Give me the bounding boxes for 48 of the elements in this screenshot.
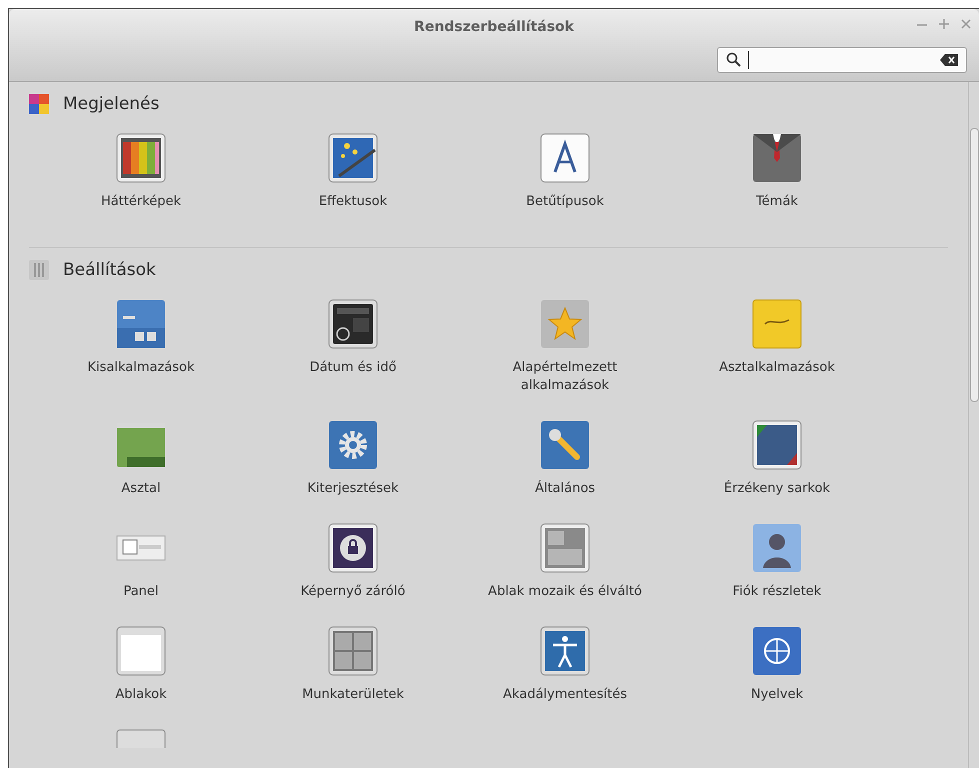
gear-icon bbox=[327, 419, 379, 471]
setting-label[interactable]: Asztal bbox=[121, 480, 161, 498]
font-page-icon bbox=[539, 132, 591, 184]
setting-label[interactable]: Effektusok bbox=[318, 193, 388, 211]
note-pad-icon bbox=[751, 298, 803, 350]
clear-icon[interactable] bbox=[940, 54, 958, 66]
setting-label[interactable]: Ablakok bbox=[115, 686, 167, 704]
setting-label[interactable]: Témák bbox=[756, 193, 798, 211]
window-icon bbox=[115, 625, 167, 677]
calendar-clock-icon bbox=[327, 298, 379, 350]
setting-label[interactable]: Fiók részletek bbox=[732, 583, 822, 601]
globe-emblem-icon bbox=[751, 625, 803, 677]
screen-corners-icon bbox=[751, 419, 803, 471]
setting-label[interactable]: Asztalkalmazások bbox=[719, 359, 835, 377]
setting-label[interactable]: Háttérképek bbox=[100, 193, 182, 211]
user-silhouette-icon bbox=[751, 522, 803, 574]
setting-label[interactable]: Nyelvek bbox=[750, 686, 804, 704]
applet-panel-icon bbox=[115, 298, 167, 350]
setting-label[interactable]: Képernyő záróló bbox=[300, 583, 406, 601]
wrench-icon bbox=[539, 419, 591, 471]
tiled-windows-icon bbox=[539, 522, 591, 574]
window-title: Rendszerbeállítások bbox=[414, 19, 574, 35]
section-title: Megjelenés bbox=[63, 94, 160, 114]
setting-label[interactable]: Érzékeny sarkok bbox=[724, 480, 830, 498]
setting-label[interactable]: Munkaterületek bbox=[302, 686, 404, 704]
accessibility-icon bbox=[539, 625, 591, 677]
setting-label[interactable]: Ablak mozaik és élváltó bbox=[488, 583, 642, 601]
sparkle-wand-icon bbox=[327, 132, 379, 184]
search-icon bbox=[726, 52, 742, 68]
setting-label[interactable]: Akadálymentesítés bbox=[503, 686, 627, 704]
scrollbar-thumb[interactable] bbox=[970, 128, 979, 402]
maximize-icon[interactable] bbox=[937, 17, 951, 31]
padlock-icon bbox=[327, 522, 379, 574]
search-field[interactable] bbox=[717, 47, 967, 73]
setting-label[interactable]: Általános bbox=[534, 480, 596, 498]
setting-label[interactable]: Kisalkalmazások bbox=[87, 359, 195, 377]
workspace-grid-icon bbox=[327, 625, 379, 677]
setting-label[interactable]: Kiterjesztések bbox=[307, 480, 399, 498]
setting-label[interactable]: Panel bbox=[123, 583, 159, 601]
sliders-icon bbox=[29, 260, 49, 280]
setting-label[interactable]: Dátum és idő bbox=[310, 359, 396, 377]
setting-label[interactable]: Alapértelmezett alkalmazások bbox=[475, 359, 655, 395]
section-title: Beállítások bbox=[63, 260, 156, 280]
setting-label[interactable]: Betűtípusok bbox=[526, 193, 604, 211]
close-icon[interactable] bbox=[959, 17, 973, 31]
color-stripes-icon bbox=[115, 132, 167, 184]
suit-tie-icon bbox=[751, 132, 803, 184]
color-square-icon bbox=[29, 94, 49, 114]
